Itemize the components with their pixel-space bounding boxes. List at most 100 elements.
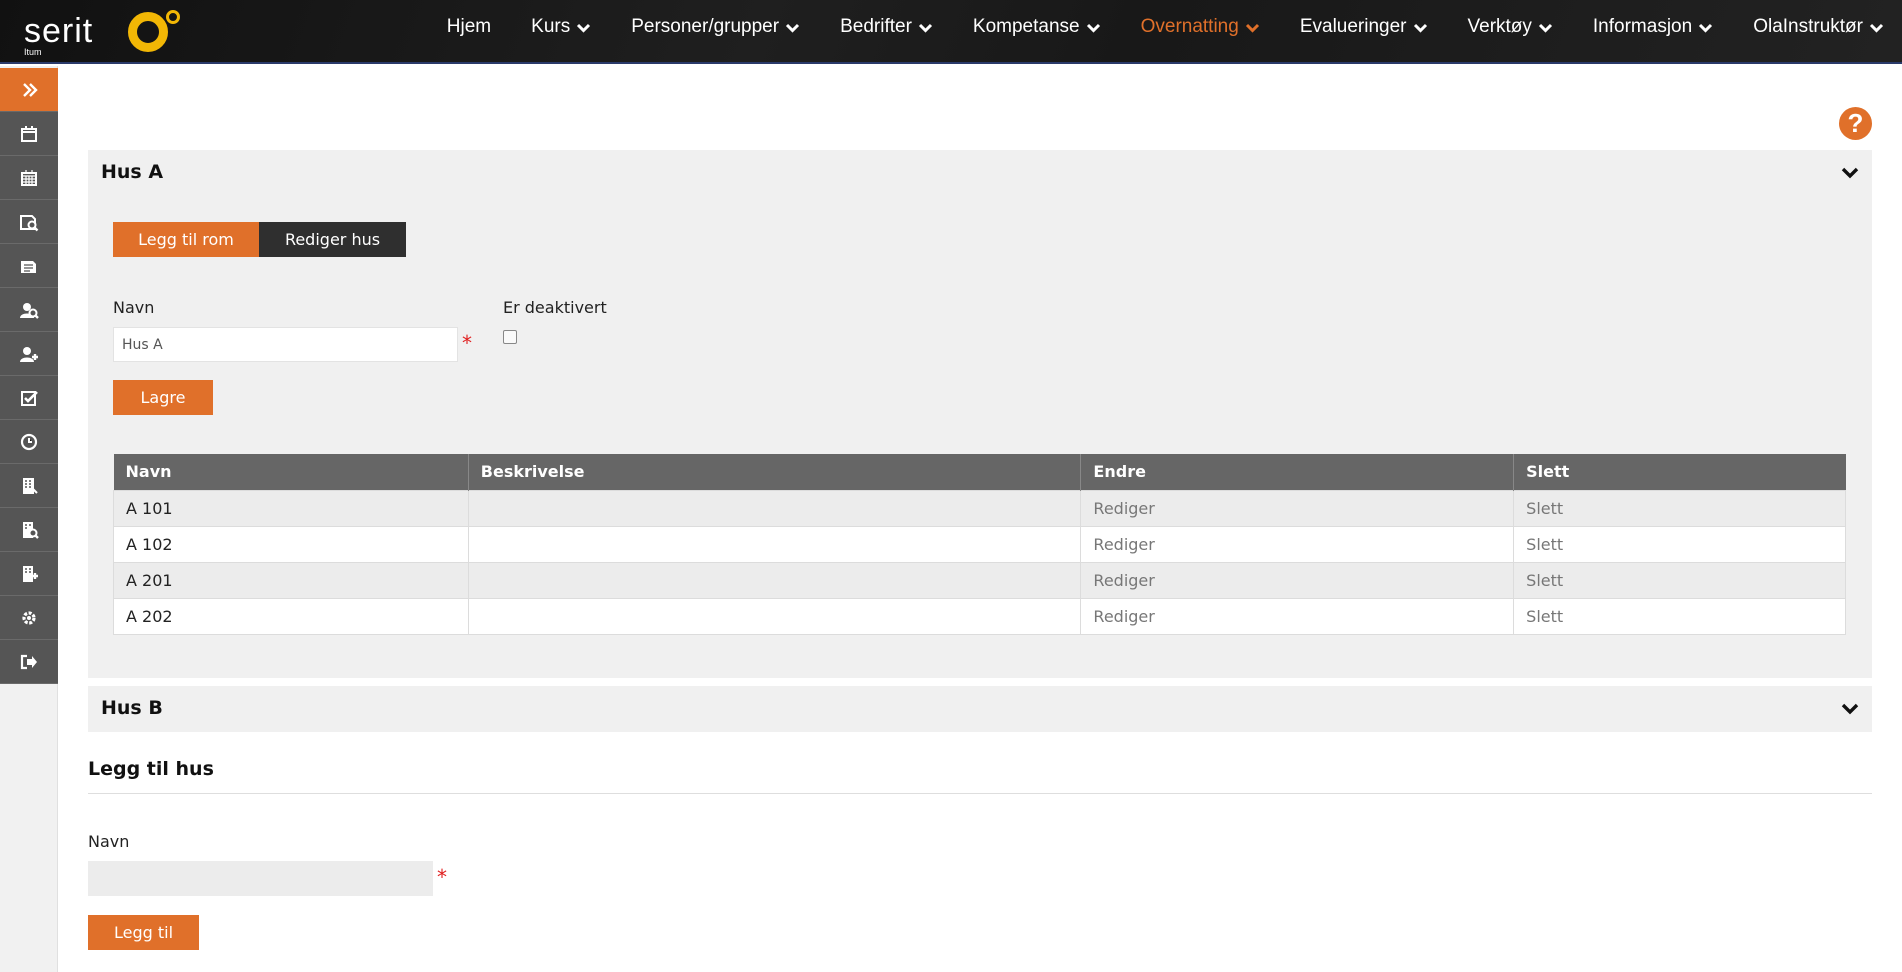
column-header-edit[interactable]: Endre (1080, 454, 1515, 490)
chevron-down-icon (1698, 20, 1713, 35)
column-header-description[interactable]: Beskrivelse (468, 454, 1082, 490)
nav-item-personer-grupper[interactable]: Personer/grupper (631, 16, 800, 38)
nav-item-overnatting[interactable]: Overnatting (1141, 16, 1260, 38)
house-name-label: Navn (113, 298, 155, 317)
room-description-cell (467, 489, 1082, 527)
new-house-name-label: Navn (88, 832, 130, 851)
nav-item-label: Hjem (446, 16, 492, 37)
nav-item-label: Kurs (531, 16, 571, 37)
edit-room-link[interactable]: Rediger (1080, 525, 1515, 563)
help-icon[interactable]: ? (1839, 107, 1872, 140)
room-description-cell (467, 561, 1082, 599)
table-row: A 201 Rediger Slett (113, 561, 1846, 599)
add-house-button[interactable]: Legg til (88, 915, 199, 950)
checkbox-icon (18, 387, 40, 409)
sidebar-item-tasks[interactable] (0, 376, 58, 420)
edit-room-link[interactable]: Rediger (1080, 597, 1515, 635)
calendar-icon (18, 123, 40, 145)
room-name-cell: A 201 (113, 561, 469, 599)
sidebar-item-schedule[interactable] (0, 156, 58, 200)
sidebar-item-calendar[interactable] (0, 112, 58, 156)
required-marker: * (462, 331, 472, 355)
sidebar-item-company-search[interactable] (0, 508, 58, 552)
sidebar-item-settings[interactable] (0, 596, 58, 640)
chevron-down-icon (1869, 20, 1884, 35)
column-header-delete[interactable]: Slett (1513, 454, 1846, 490)
section-divider (88, 793, 1872, 794)
building-icon (18, 475, 40, 497)
delete-room-link[interactable]: Slett (1513, 525, 1846, 563)
edit-room-link[interactable]: Rediger (1080, 489, 1515, 527)
table-row: A 202 Rediger Slett (113, 597, 1846, 635)
nav-item-label: Kompetanse (972, 16, 1080, 37)
clock-icon (18, 431, 40, 453)
building-search-icon (18, 519, 40, 541)
room-name-cell: A 102 (113, 525, 469, 563)
nav-item-verktøy[interactable]: Verktøy (1468, 16, 1553, 38)
logo-subtitle: Itum (24, 47, 42, 57)
house-name-field[interactable]: Hus A (113, 327, 458, 362)
nav-item-label: Informasjon (1592, 16, 1693, 37)
chevron-down-icon (785, 20, 800, 35)
gear-icon (18, 607, 40, 629)
logo-ring-icon (128, 12, 168, 52)
calendar-grid-icon (18, 167, 40, 189)
chevron-down-icon[interactable] (1840, 699, 1860, 719)
double-chevron-right-icon (18, 79, 40, 101)
delete-room-link[interactable]: Slett (1513, 597, 1846, 635)
sidebar-item-person-search[interactable] (0, 288, 58, 332)
house-b-title[interactable]: Hus B (101, 697, 163, 719)
logo-dot-icon (166, 10, 180, 24)
house-a-title[interactable]: Hus A (101, 161, 163, 183)
nav-item-olainstruktør[interactable]: OlaInstruktør (1753, 16, 1884, 38)
sidebar (0, 66, 58, 972)
table-header-row: Navn Beskrivelse Endre Slett (113, 454, 1846, 490)
sign-out-icon (18, 651, 40, 673)
chevron-down-icon (1086, 20, 1101, 35)
sidebar-item-person-add[interactable] (0, 332, 58, 376)
table-row: A 102 Rediger Slett (113, 525, 1846, 563)
course-search-icon (18, 211, 40, 233)
edit-room-link[interactable]: Rediger (1080, 561, 1515, 599)
nav-item-evalueringer[interactable]: Evalueringer (1300, 16, 1428, 38)
save-button[interactable]: Lagre (113, 380, 213, 415)
main-menu: Hjem Kurs Personer/grupper Bedrifter Kompeta… (447, 0, 1902, 54)
chevron-down-icon[interactable] (1840, 163, 1860, 183)
top-navigation-bar: serit Itum Hjem Kurs Personer/grupper Bedri… (0, 0, 1902, 64)
nav-item-label: OlaInstruktør (1753, 16, 1863, 37)
add-room-button[interactable]: Legg til rom (113, 222, 259, 257)
nav-item-label: Bedrifter (840, 16, 912, 37)
new-house-name-field[interactable] (88, 861, 433, 896)
nav-item-label: Evalueringer (1299, 16, 1407, 37)
room-name-cell: A 101 (113, 489, 469, 527)
chevron-down-icon (918, 20, 933, 35)
nav-item-bedrifter[interactable]: Bedrifter (840, 16, 933, 38)
required-marker: * (437, 865, 447, 889)
column-header-name[interactable]: Navn (113, 454, 469, 490)
delete-room-link[interactable]: Slett (1513, 489, 1846, 527)
nav-item-hjem[interactable]: Hjem (447, 16, 491, 38)
sidebar-item-logout[interactable] (0, 640, 58, 684)
sidebar-item-history[interactable] (0, 420, 58, 464)
nav-item-informasjon[interactable]: Informasjon (1593, 16, 1713, 38)
sidebar-item-company[interactable] (0, 464, 58, 508)
rooms-table: Navn Beskrivelse Endre Slett A 101 Redige… (113, 454, 1846, 635)
nav-item-label: Overnatting (1140, 16, 1239, 37)
nav-item-label: Personer/grupper (631, 16, 780, 37)
room-name-cell: A 202 (113, 597, 469, 635)
house-panel-b: Hus B (88, 686, 1872, 732)
sidebar-toggle[interactable] (0, 68, 58, 112)
sidebar-item-course-edit[interactable] (0, 244, 58, 288)
edit-house-button[interactable]: Rediger hus (259, 222, 406, 257)
delete-room-link[interactable]: Slett (1513, 561, 1846, 599)
chevron-down-icon (1413, 20, 1428, 35)
person-search-icon (18, 299, 40, 321)
nav-item-kompetanse[interactable]: Kompetanse (973, 16, 1101, 38)
add-house-heading: Legg til hus (88, 758, 214, 780)
sidebar-item-company-edit[interactable] (0, 552, 58, 596)
nav-item-kurs[interactable]: Kurs (531, 16, 591, 38)
sidebar-item-course-search[interactable] (0, 200, 58, 244)
deactivated-label: Er deaktivert (503, 298, 607, 317)
deactivated-checkbox[interactable] (503, 330, 517, 344)
chevron-down-icon (1538, 20, 1553, 35)
